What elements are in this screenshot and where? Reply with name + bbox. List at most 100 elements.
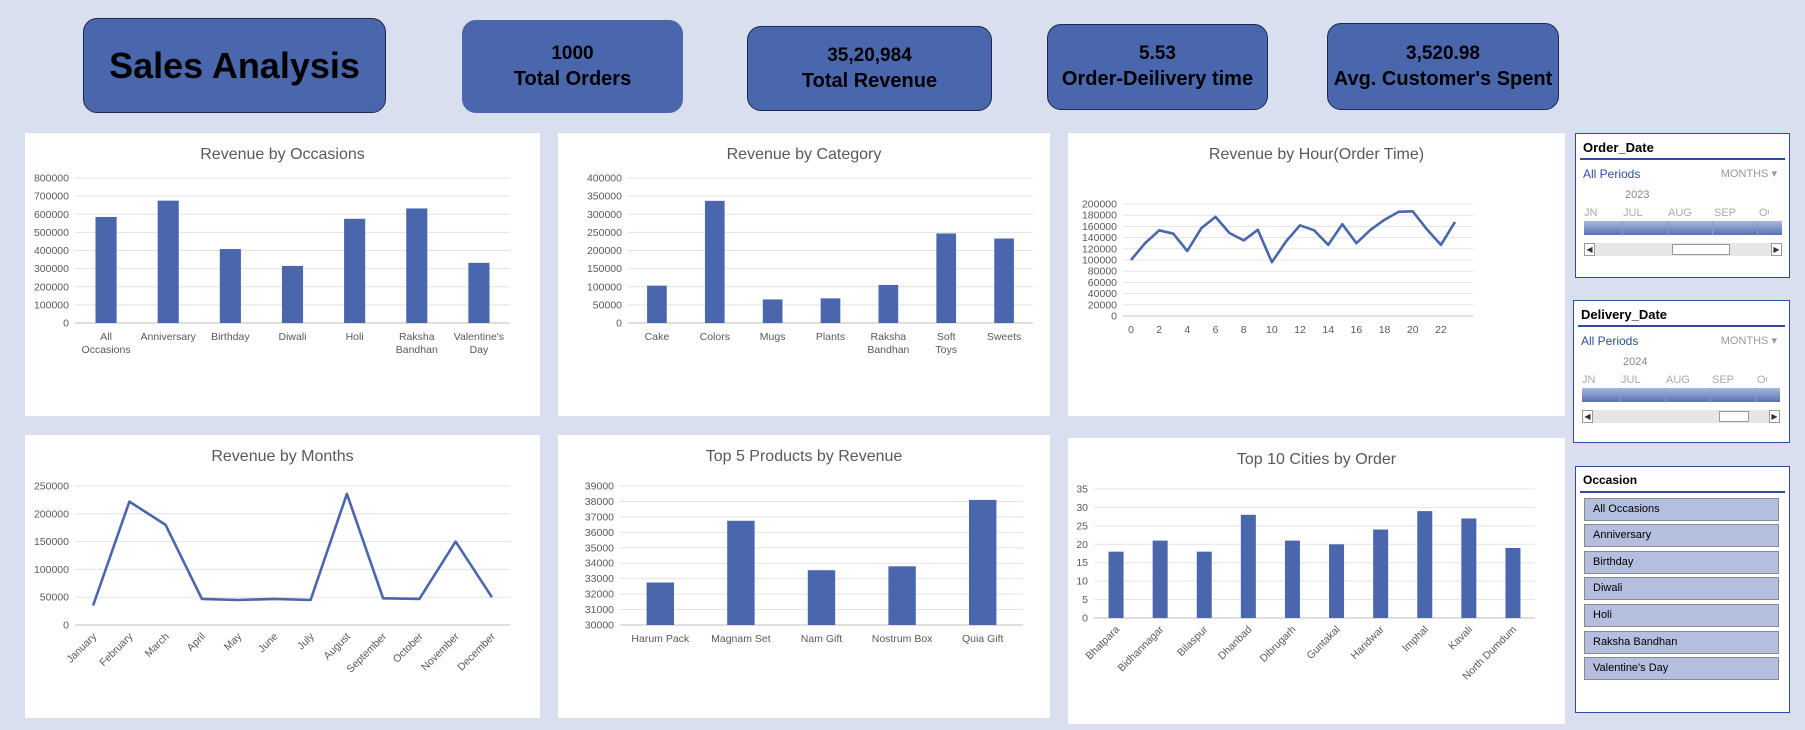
bar [468,262,490,323]
dashboard-title-card: Sales Analysis [83,18,386,113]
x-tick-label: Cake [645,331,670,343]
timeline-scrollbar[interactable]: ◀ ▶ [1582,410,1780,423]
bar [1284,540,1300,618]
all-periods-link[interactable]: All Periods [1583,167,1640,181]
y-tick-label: 100000 [587,281,622,293]
timeline-bar[interactable] [1582,388,1780,402]
occasion-item[interactable]: Raksha Bandhan [1584,631,1779,654]
bar [888,566,916,625]
x-tick-label: Sweets [987,331,1021,343]
scroll-left-icon[interactable]: ◀ [1582,410,1593,423]
x-tick-label: Holi [346,331,364,343]
x-tick-label: March [143,631,172,660]
bar [281,265,304,323]
x-tick-label: Bilaspur [1175,623,1211,659]
x-tick-label: Kavali [1446,624,1475,653]
kpi-total-orders: 1000 Total Orders [462,20,683,113]
time-level-dropdown[interactable]: MONTHS ▾ [1721,334,1777,347]
x-tick-label: Raksha Bandhan [396,331,438,356]
timeline-scrollbar[interactable]: ◀ ▶ [1584,243,1782,256]
bar [727,520,755,625]
x-tick-label: September [344,630,389,675]
y-tick-label: 350000 [587,191,622,203]
occasion-item[interactable]: Birthday [1584,551,1779,574]
chart-title: Revenue by Months [211,448,353,465]
dashboard-title: Sales Analysis [109,44,360,86]
x-tick-label: 18 [1379,324,1391,336]
scroll-thumb[interactable] [1672,244,1730,255]
y-tick-label: 35 [1076,484,1088,496]
bar [406,208,428,323]
x-tick-label: 2 [1156,324,1162,336]
chart-svg: Top 10 Cities by Order 0 5 10 15 20 25 30 35 Bhat… [1076,451,1535,682]
y-tick-label: 60000 [1088,277,1117,289]
bar [646,582,675,625]
chart-revenue-by-months: Revenue by Months 0 50000 100000 150000 20000… [25,435,540,718]
scroll-right-icon[interactable]: ▶ [1771,243,1782,256]
y-tick-label: 0 [616,318,622,330]
x-tick-label: Soft Toys [935,331,957,356]
x-tick-label: June [256,631,281,656]
chart-svg: Revenue by Occasions 0 100000 200000 300000 4… [34,146,510,356]
x-tick-label: Mugs [760,331,786,343]
y-tick-label: 800000 [34,173,69,185]
y-tick-label: 180000 [1082,210,1117,222]
month-label: SEP [1712,374,1735,386]
year-label: 2024 [1623,356,1648,368]
x-tick-label: Quia Gift [962,633,1004,645]
scroll-left-icon[interactable]: ◀ [1584,243,1595,256]
x-tick-label: February [97,630,136,669]
y-tick-label: 400000 [587,173,622,185]
x-tick-label: May [222,630,245,653]
occasion-slicer[interactable]: Occasion All Occasions Anniversary Birth… [1575,466,1790,713]
bar [704,200,725,323]
year-label: 2023 [1625,189,1650,201]
y-tick-label: 150000 [587,263,622,275]
x-tick-label: All Occasions [82,331,131,356]
x-tick-label: November [419,630,462,673]
y-tick-label: 100000 [34,299,69,311]
y-tick-label: 39000 [585,481,614,493]
x-tick-label: 16 [1351,324,1363,336]
y-tick-label: 100000 [34,564,69,576]
bar [878,284,899,323]
all-periods-link[interactable]: All Periods [1581,334,1638,348]
x-tick-label: Bhatpara [1084,624,1123,663]
occasion-item[interactable]: Anniversary [1584,524,1779,547]
occasion-item[interactable]: Diwali [1584,577,1779,600]
x-tick-label: Birthday [211,331,250,343]
kpi-total-revenue: 35,20,984 Total Revenue [747,26,992,111]
x-tick-label: Plants [816,331,845,343]
x-tick-label: 0 [1128,324,1134,336]
bar [1461,518,1477,618]
y-tick-label: 100000 [1082,255,1117,267]
chart-top5-products: Top 5 Products by Revenue 30000 31000 32000… [558,435,1050,718]
x-tick-label: 14 [1322,324,1334,336]
chart-title: Revenue by Hour(Order Time) [1209,146,1424,163]
slicer-title: Occasion [1583,473,1638,487]
occasion-item[interactable]: Valentine's Day [1584,657,1779,680]
time-level-dropdown[interactable]: MONTHS ▾ [1721,167,1777,180]
y-tick-label: 40000 [1088,288,1117,300]
y-tick-label: 600000 [34,209,69,221]
scroll-thumb[interactable] [1719,411,1749,422]
y-tick-label: 400000 [34,245,69,257]
month-label: JUL [1623,207,1643,219]
slicer-title: Delivery_Date [1581,307,1667,322]
time-level-label: MONTHS [1720,335,1769,347]
chevron-down-icon: ▾ [1771,335,1777,347]
kpi-delivery-time: 5.53 Order-Deilivery time [1047,24,1268,110]
x-tick-label: 8 [1241,324,1247,336]
x-tick-label: Raksha Bandhan [867,331,909,356]
timeline-slicer-delivery-date[interactable]: Delivery_Date All Periods MONTHS ▾ 2024 … [1573,300,1790,443]
timeline-bar[interactable] [1584,221,1782,235]
x-tick-label: Colors [700,331,730,343]
month-label: SEP [1714,207,1737,219]
y-tick-label: 300000 [587,209,622,221]
bar [1373,529,1389,618]
scroll-right-icon[interactable]: ▶ [1769,410,1780,423]
occasion-item[interactable]: All Occasions [1584,498,1779,521]
occasion-item[interactable]: Holi [1584,604,1779,627]
timeline-slicer-order-date[interactable]: Order_Date All Periods MONTHS ▾ 2023 JN … [1575,133,1790,278]
bar [820,298,841,323]
